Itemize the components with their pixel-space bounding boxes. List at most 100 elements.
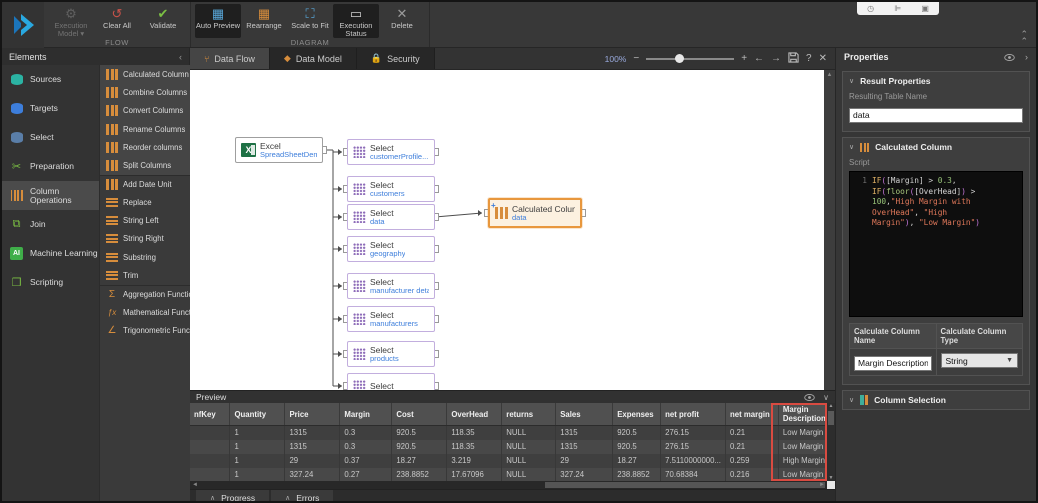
sidebar-item-preparation[interactable]: ✂Preparation bbox=[2, 152, 99, 181]
sidebar-item-join[interactable]: ⧉Join bbox=[2, 210, 99, 239]
zoom-in-button[interactable]: + bbox=[741, 53, 747, 64]
preview-table[interactable]: nfKeyQuantityPriceMarginCostOverHeadretu… bbox=[190, 403, 835, 482]
diagram-canvas[interactable]: XExcelSpreadSheetDemo I... Selectcustomer… bbox=[190, 70, 824, 390]
operation-item-calculated-column[interactable]: Calculated Column bbox=[100, 65, 190, 83]
hscroll-thumb[interactable] bbox=[545, 482, 825, 488]
help-button[interactable]: ? bbox=[806, 53, 812, 64]
tab-data-flow[interactable]: ⑂Data Flow bbox=[190, 48, 270, 69]
diagram-connectors bbox=[190, 70, 824, 390]
rearrange-button[interactable]: ▦Rearrange bbox=[241, 4, 287, 38]
scale-to-fit-button[interactable]: ⛶Scale to Fit bbox=[287, 4, 333, 38]
column-header-net-margin[interactable]: net margin bbox=[725, 403, 778, 426]
operation-item-trim[interactable]: Trim bbox=[100, 266, 190, 284]
column-header-quantity[interactable]: Quantity bbox=[230, 403, 285, 426]
panel-collapse-icon[interactable]: ‹ bbox=[179, 52, 182, 62]
script-editor[interactable]: 1IF([Margin] > 0.3, IF(floor([OverHead])… bbox=[849, 171, 1023, 317]
undo-icon[interactable]: ← bbox=[754, 53, 764, 64]
table-row[interactable]: 113150.3920.5118.35NULL1315920.5276.150.… bbox=[190, 426, 835, 440]
node-select-manufacturers[interactable]: Selectmanufacturers bbox=[347, 306, 435, 332]
ribbon-collapse-icon[interactable]: ⌃⌃ bbox=[1020, 31, 1028, 45]
node-excel-spreadsheetdemo-i[interactable]: XExcelSpreadSheetDemo I... bbox=[235, 137, 323, 163]
table-cell: 0.3 bbox=[340, 426, 392, 440]
operation-item-reorder-columns[interactable]: Reorder columns bbox=[100, 138, 190, 156]
column-selection-header[interactable]: ∨ Column Selection bbox=[849, 395, 1023, 405]
sidebar-item-sources[interactable]: Sources bbox=[2, 65, 99, 94]
auto-preview-button[interactable]: ▦Auto Preview bbox=[195, 4, 241, 38]
sidebar-item-column-operations[interactable]: Column Operations bbox=[2, 181, 99, 210]
operation-item-mathematical-function[interactable]: ƒxMathematical Function bbox=[100, 303, 190, 321]
node-select-sel[interactable]: Select bbox=[347, 373, 435, 390]
table-cell: 18.27 bbox=[392, 454, 447, 468]
bottom-tab-errors[interactable]: ∧Errors bbox=[271, 490, 333, 503]
resulting-table-name-input[interactable] bbox=[849, 108, 1023, 123]
result-properties-header[interactable]: ∨ Result Properties bbox=[849, 76, 1023, 86]
node-select-customerprofile[interactable]: SelectcustomerProfile... bbox=[347, 139, 435, 165]
operation-item-string-right[interactable]: String Right bbox=[100, 230, 190, 248]
sidebar-item-scripting[interactable]: ❒Scripting bbox=[2, 268, 99, 297]
node-select-geography[interactable]: Selectgeography bbox=[347, 236, 435, 262]
zoom-slider-thumb[interactable] bbox=[675, 54, 684, 63]
properties-visibility-icon[interactable] bbox=[1004, 54, 1015, 61]
operation-item-string-left[interactable]: String Left bbox=[100, 211, 190, 229]
zoom-slider[interactable] bbox=[646, 58, 734, 60]
column-header-expenses[interactable]: Expenses bbox=[613, 403, 661, 426]
sidebar-item-targets[interactable]: Targets bbox=[2, 94, 99, 123]
table-vertical-scrollbar[interactable]: ▲▼ bbox=[827, 403, 835, 481]
table-row[interactable]: 1327.240.27238.885217.67096NULL327.24238… bbox=[190, 468, 835, 482]
calculate-column-name-input[interactable] bbox=[854, 356, 932, 371]
tree-icon[interactable]: ⊫ bbox=[894, 4, 901, 14]
column-header-net-profit[interactable]: net profit bbox=[661, 403, 726, 426]
column-header-nfkey[interactable]: nfKey bbox=[190, 403, 230, 426]
node-calculated-column-data[interactable]: Calculated Column...data bbox=[488, 198, 582, 228]
redo-icon[interactable]: → bbox=[771, 53, 781, 64]
clear-all-button[interactable]: ↺Clear All bbox=[94, 4, 140, 38]
table-horizontal-scrollbar[interactable]: ◄ ► bbox=[190, 481, 835, 489]
column-header-margin[interactable]: Margin bbox=[340, 403, 392, 426]
column-header-price[interactable]: Price bbox=[285, 403, 340, 426]
table-cell: NULL bbox=[502, 426, 556, 440]
sidebar-item-machine-learning[interactable]: AIMachine Learning bbox=[2, 239, 99, 268]
calculated-column-header[interactable]: ∨ Calculated Column bbox=[849, 142, 1023, 152]
operation-item-trigonometric-functi[interactable]: ∠Trigonometric Functi... bbox=[100, 321, 190, 339]
properties-expand-icon[interactable]: › bbox=[1025, 52, 1028, 62]
zoom-out-button[interactable]: − bbox=[633, 53, 639, 64]
operation-item-replace[interactable]: Replace bbox=[100, 193, 190, 211]
node-select-customers[interactable]: Selectcustomers bbox=[347, 176, 435, 202]
scroll-up-icon[interactable]: ▲ bbox=[824, 70, 835, 78]
preview-visibility-icon[interactable] bbox=[804, 394, 815, 401]
close-tab-button[interactable]: ✕ bbox=[819, 53, 827, 64]
sidebar-item-select[interactable]: Select bbox=[2, 123, 99, 152]
column-header-returns[interactable]: returns bbox=[502, 403, 556, 426]
column-header-overhead[interactable]: OverHead bbox=[447, 403, 502, 426]
execution-model-button[interactable]: ⚙Execution Model ▾ bbox=[48, 4, 94, 38]
operation-item-split-columns[interactable]: Split Columns bbox=[100, 156, 190, 174]
delete-button[interactable]: ✕Delete bbox=[379, 4, 425, 38]
operation-item-substring[interactable]: Substring bbox=[100, 248, 190, 266]
execution-status-button[interactable]: ▭Execution Status bbox=[333, 4, 379, 38]
operation-item-aggregation-function[interactable]: ΣAggregation Function bbox=[100, 285, 190, 303]
column-header-sales[interactable]: Sales bbox=[556, 403, 613, 426]
node-select-data[interactable]: Selectdata bbox=[347, 204, 435, 230]
node-select-products[interactable]: Selectproducts bbox=[347, 341, 435, 367]
table-row[interactable]: 1290.3718.273.219NULL2918.277.5110000000… bbox=[190, 454, 835, 468]
scroll-left-icon[interactable]: ◄ bbox=[192, 481, 198, 489]
canvas-vertical-scrollbar[interactable]: ▲ bbox=[824, 70, 835, 390]
toolbar-group-label: DIAGRAM bbox=[191, 38, 429, 47]
history-icon[interactable]: ◷ bbox=[867, 4, 874, 14]
calculate-column-type-select[interactable]: String ▼ bbox=[941, 353, 1019, 368]
operation-item-combine-columns[interactable]: Combine Columns bbox=[100, 83, 190, 101]
bottom-tab-progress[interactable]: ∧Progress bbox=[196, 490, 269, 503]
table-row[interactable]: 113150.3920.5118.35NULL1315920.5276.150.… bbox=[190, 440, 835, 454]
save-icon[interactable] bbox=[788, 52, 799, 66]
operation-item-convert-columns[interactable]: Convert Columns bbox=[100, 102, 190, 120]
tab-security[interactable]: 🔒Security bbox=[357, 48, 435, 69]
window-icon[interactable]: ▣ bbox=[921, 4, 929, 14]
preview-collapse-icon[interactable]: ∨ bbox=[823, 393, 829, 402]
node-select-manufacturer-deta[interactable]: Selectmanufacturer deta... bbox=[347, 273, 435, 299]
column-header-cost[interactable]: Cost bbox=[392, 403, 447, 426]
tab-data-model[interactable]: ◆Data Model bbox=[270, 48, 357, 69]
operation-item-rename-columns[interactable]: Rename Columns bbox=[100, 120, 190, 138]
validate-button[interactable]: ✔Validate bbox=[140, 4, 186, 38]
operation-item-add-date-unit[interactable]: Add Date Unit bbox=[100, 175, 190, 193]
scroll-right-icon[interactable]: ► bbox=[819, 481, 825, 489]
